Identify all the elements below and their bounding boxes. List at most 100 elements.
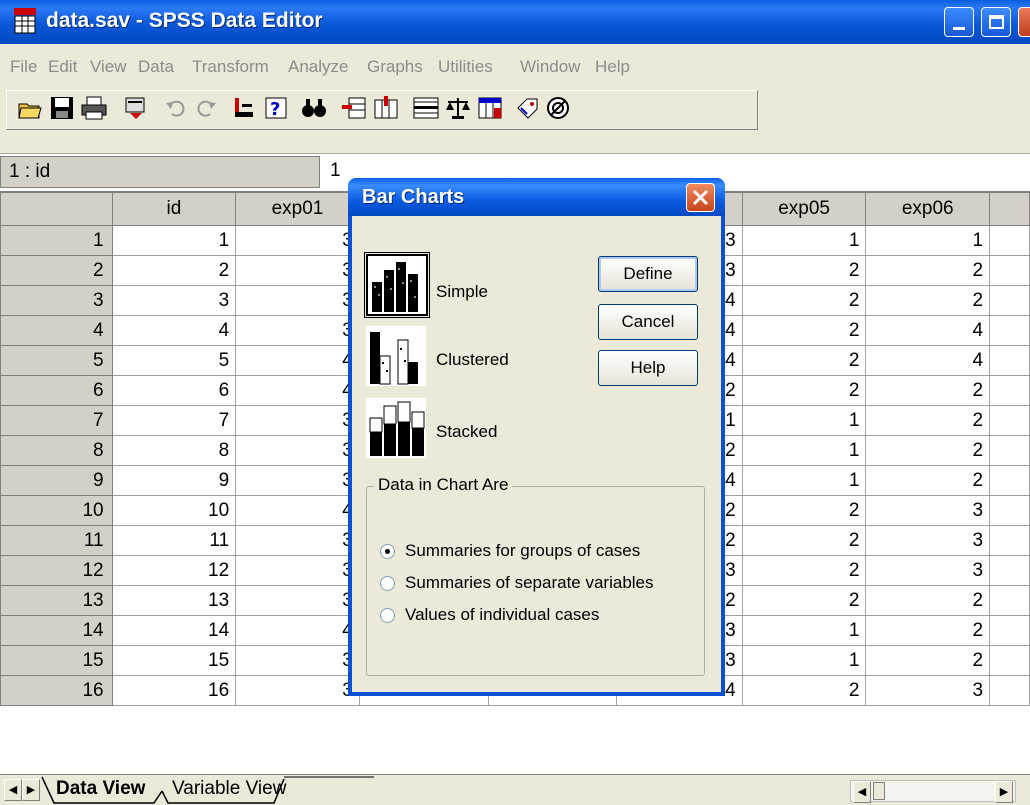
data-cell[interactable]: 2 <box>111 255 237 286</box>
radio-button[interactable] <box>380 607 395 623</box>
column-header[interactable]: id <box>111 192 237 226</box>
data-cell[interactable]: 1 <box>741 645 867 676</box>
data-cell[interactable]: 2 <box>741 495 867 526</box>
help-button[interactable]: Help <box>598 350 698 386</box>
row-header[interactable]: 11 <box>0 525 113 556</box>
find-icon[interactable] <box>300 93 328 123</box>
data-cell[interactable]: 3 <box>235 555 360 586</box>
row-header[interactable]: 2 <box>0 255 113 286</box>
scroll-thumb[interactable] <box>873 782 885 800</box>
insert-case-icon[interactable] <box>340 93 368 123</box>
goto-case-icon[interactable] <box>230 93 258 123</box>
data-cell[interactable]: 3 <box>235 585 360 616</box>
data-cell[interactable]: 2 <box>865 615 991 646</box>
data-cell[interactable]: 8 <box>111 435 237 466</box>
dialog-close-button[interactable] <box>686 183 715 212</box>
clustered-bar-option[interactable] <box>366 326 428 388</box>
row-header[interactable]: 4 <box>0 315 113 346</box>
data-cell[interactable]: 3 <box>865 675 991 706</box>
menu-utilities[interactable]: Utilities <box>438 57 493 77</box>
tab-data-view[interactable]: Data View <box>56 778 145 800</box>
data-cell[interactable] <box>989 645 1030 676</box>
data-cell[interactable]: 4 <box>235 615 360 646</box>
data-cell[interactable]: 3 <box>235 315 360 346</box>
close-window-button[interactable] <box>1018 7 1030 37</box>
data-cell[interactable]: 2 <box>741 525 867 556</box>
data-cell[interactable] <box>989 525 1030 556</box>
row-header[interactable]: 5 <box>0 345 113 376</box>
data-cell[interactable] <box>989 585 1030 616</box>
data-cell[interactable] <box>989 405 1030 436</box>
data-cell[interactable]: 4 <box>865 345 991 376</box>
maximize-button[interactable] <box>981 7 1011 37</box>
data-cell[interactable]: 6 <box>111 375 237 406</box>
data-cell[interactable]: 10 <box>111 495 237 526</box>
insert-variable-icon[interactable] <box>372 93 400 123</box>
radio-groups-of-cases[interactable]: Summaries for groups of cases <box>380 540 640 562</box>
row-header[interactable]: 16 <box>0 675 113 706</box>
data-cell[interactable]: 1 <box>741 405 867 436</box>
data-cell[interactable]: 3 <box>235 435 360 466</box>
column-header[interactable]: exp01 <box>235 192 360 226</box>
data-cell[interactable]: 3 <box>235 405 360 436</box>
menu-analyze[interactable]: Analyze <box>288 57 348 77</box>
data-cell[interactable]: 3 <box>235 255 360 286</box>
row-header[interactable]: 6 <box>0 375 113 406</box>
data-cell[interactable]: 2 <box>741 585 867 616</box>
row-header[interactable]: 15 <box>0 645 113 676</box>
radio-button[interactable] <box>380 543 395 559</box>
data-cell[interactable]: 2 <box>865 465 991 496</box>
redo-icon[interactable] <box>192 93 220 123</box>
data-cell[interactable]: 4 <box>865 315 991 346</box>
data-cell[interactable]: 1 <box>741 435 867 466</box>
row-header[interactable]: 7 <box>0 405 113 436</box>
data-cell[interactable]: 3 <box>865 555 991 586</box>
data-cell[interactable]: 2 <box>741 675 867 706</box>
data-cell[interactable]: 16 <box>111 675 237 706</box>
row-header[interactable]: 9 <box>0 465 113 496</box>
data-cell[interactable] <box>989 675 1030 706</box>
select-cases-icon[interactable] <box>476 93 504 123</box>
row-header[interactable]: 14 <box>0 615 113 646</box>
data-cell[interactable]: 2 <box>741 345 867 376</box>
row-header[interactable]: 3 <box>0 285 113 316</box>
data-cell[interactable]: 4 <box>235 375 360 406</box>
row-header[interactable]: 12 <box>0 555 113 586</box>
open-icon[interactable] <box>16 93 44 123</box>
row-header[interactable]: 10 <box>0 495 113 526</box>
data-cell[interactable]: 15 <box>111 645 237 676</box>
data-cell[interactable]: 7 <box>111 405 237 436</box>
data-cell[interactable]: 12 <box>111 555 237 586</box>
data-cell[interactable] <box>989 285 1030 316</box>
data-cell[interactable]: 1 <box>111 225 237 256</box>
data-cell[interactable]: 2 <box>865 585 991 616</box>
menu-help[interactable]: Help <box>595 57 630 77</box>
minimize-button[interactable] <box>944 7 974 37</box>
data-cell[interactable]: 2 <box>865 375 991 406</box>
save-icon[interactable] <box>48 93 76 123</box>
column-header[interactable]: exp05 <box>741 192 867 226</box>
data-cell[interactable]: 4 <box>235 495 360 526</box>
data-cell[interactable] <box>989 615 1030 646</box>
data-cell[interactable]: 13 <box>111 585 237 616</box>
data-cell[interactable]: 1 <box>741 225 867 256</box>
weight-cases-icon[interactable] <box>444 93 472 123</box>
data-cell[interactable] <box>989 435 1030 466</box>
data-cell[interactable]: 4 <box>235 345 360 376</box>
split-file-icon[interactable] <box>412 93 440 123</box>
menu-view[interactable]: View <box>90 57 127 77</box>
data-cell[interactable]: 2 <box>741 285 867 316</box>
data-cell[interactable] <box>989 495 1030 526</box>
cell-value-editor[interactable]: 1 <box>330 160 341 182</box>
tab-variable-view[interactable]: Variable View <box>172 778 286 800</box>
data-cell[interactable]: 3 <box>235 225 360 256</box>
menu-data[interactable]: Data <box>138 57 174 77</box>
data-cell[interactable]: 3 <box>865 525 991 556</box>
data-cell[interactable]: 3 <box>235 525 360 556</box>
data-cell[interactable] <box>989 465 1030 496</box>
data-cell[interactable] <box>989 225 1030 256</box>
data-cell[interactable]: 2 <box>865 645 991 676</box>
dialog-recall-icon[interactable] <box>122 93 150 123</box>
data-cell[interactable] <box>989 555 1030 586</box>
column-header[interactable]: exp06 <box>865 192 991 226</box>
